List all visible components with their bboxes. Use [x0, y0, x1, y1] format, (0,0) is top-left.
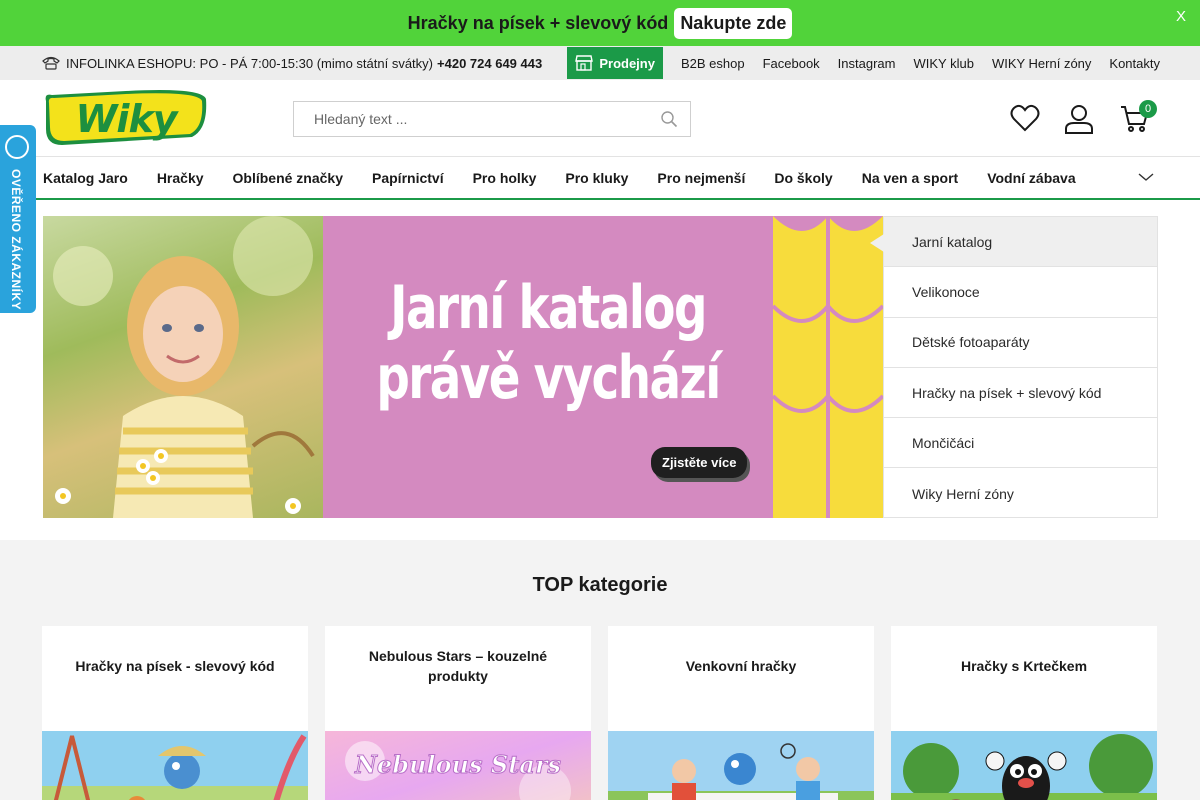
search-icon[interactable] [660, 110, 678, 128]
logo-text: Wiky [76, 97, 180, 141]
top-categories-section: TOP kategorie Hračky na písek - slevový … [0, 540, 1200, 800]
cart-count-badge: 0 [1139, 100, 1157, 118]
info-bar: INFOLINKA ESHOPU: PO - PÁ 7:00-15:30 (mi… [0, 46, 1200, 80]
nav-vodni-zabava[interactable]: Vodní zábava [987, 170, 1075, 186]
search-box [293, 101, 691, 137]
tulip-shapes-graphic [771, 216, 885, 518]
girl-with-flowers-image [53, 216, 315, 518]
nav-oblibene-znacky[interactable]: Oblíbené značky [233, 170, 343, 186]
user-account-icon[interactable] [1064, 104, 1094, 134]
nav-pro-nejmensi[interactable]: Pro nejmenší [657, 170, 745, 186]
category-card-image [608, 731, 874, 800]
search-input[interactable] [294, 102, 660, 136]
verified-shield-icon [5, 135, 29, 159]
top-link-label: Prodejny [599, 55, 655, 71]
category-card-image [42, 731, 308, 800]
side-item-detske-fotoaparaty[interactable]: Dětské fotoaparáty [884, 318, 1157, 368]
hotline-phone[interactable]: +420 724 649 443 [437, 56, 542, 71]
top-link-facebook[interactable]: Facebook [763, 56, 820, 71]
verified-customers-badge[interactable]: OVĚŘENO ZÁKAZNÍKY [0, 125, 36, 313]
top-link-prodejny[interactable]: Prodejny [567, 47, 663, 79]
top-link-b2b[interactable]: B2B eshop [681, 56, 745, 71]
top-nav: Prodejny B2B eshop Facebook Instagram WI… [567, 46, 1200, 80]
hero-side-list: Jarní katalog Velikonoce Dětské fotoapar… [870, 216, 1158, 518]
side-item-wiky-herni-zony[interactable]: Wiky Herní zóny [884, 468, 1157, 518]
category-card-title: Venkovní hračky [685, 658, 797, 674]
hero-banner[interactable]: Jarní katalog právě vychází Zjistěte víc… [43, 216, 885, 518]
side-item-velikonoce[interactable]: Velikonoce [884, 267, 1157, 318]
category-card-image [891, 731, 1157, 800]
category-card-image: Nebulous Stars [325, 731, 591, 800]
site-header: Wiky [0, 80, 1200, 156]
category-card-title: Hračky s Krtečkem [960, 658, 1088, 674]
category-card[interactable]: Hračky na písek - slevový kód [42, 626, 308, 800]
phone-icon [42, 56, 60, 70]
category-card-title: Nebulous Stars – kouzelné produkty [368, 648, 548, 684]
top-categories-title: TOP kategorie [532, 574, 668, 596]
verified-badge-label: OVĚŘENO ZÁKAZNÍKY [9, 169, 23, 311]
category-card[interactable]: Venkovní hračky [608, 626, 874, 800]
promo-shop-button[interactable]: Nakupte zde [674, 7, 793, 39]
wishlist-heart-icon[interactable] [1010, 104, 1040, 132]
nav-pro-kluky[interactable]: Pro kluky [565, 170, 628, 186]
top-link-instagram[interactable]: Instagram [838, 56, 896, 71]
main-nav: Katalog Jaro Hračky Oblíbené značky Papí… [0, 156, 1200, 200]
top-link-herni-zony[interactable]: WIKY Herní zóny [992, 56, 1091, 71]
nav-na-ven-a-sport[interactable]: Na ven a sport [862, 170, 958, 186]
hero-girl-photo [43, 216, 323, 518]
nav-papirnictvi[interactable]: Papírnictví [372, 170, 444, 186]
promo-text: Hračky na písek + slevový kód [407, 12, 669, 33]
nav-pro-holky[interactable]: Pro holky [473, 170, 537, 186]
chevron-down-icon[interactable] [1138, 171, 1154, 183]
top-link-kontakty[interactable]: Kontakty [1109, 56, 1160, 71]
wiky-logo[interactable]: Wiky [42, 89, 208, 147]
hero-pink-panel: Jarní katalog právě vychází Zjistěte víc… [323, 216, 773, 518]
category-card[interactable]: Hračky s Krtečkem [891, 626, 1157, 800]
hotline-label: INFOLINKA ESHOPU: PO - PÁ 7:00-15:30 (mi… [66, 55, 434, 71]
hero-title-line2: právě vychází [376, 343, 721, 413]
hero-title-line1: Jarní katalog [390, 273, 707, 343]
nav-hracky[interactable]: Hračky [157, 170, 204, 186]
hero-yellow-decoration [771, 216, 885, 518]
nav-katalog-jaro[interactable]: Katalog Jaro [43, 170, 128, 186]
nav-do-skoly[interactable]: Do školy [774, 170, 832, 186]
top-link-wiky-klub[interactable]: WIKY klub [913, 56, 973, 71]
hero-cta-button[interactable]: Zjistěte více [651, 447, 748, 478]
side-item-hracky-na-pisek[interactable]: Hračky na písek + slevový kód [884, 368, 1157, 419]
side-item-jarni-katalog[interactable]: Jarní katalog [870, 217, 1157, 268]
side-item-moncicaci[interactable]: Mončičáci [884, 418, 1157, 469]
nebulous-stars-logo: Nebulous Stars [354, 750, 561, 779]
category-card-title: Hračky na písek - slevový kód [75, 658, 275, 674]
promo-bar: Hračky na písek + slevový kód Nakupte zd… [0, 0, 1200, 46]
promo-close-button[interactable]: X [1176, 8, 1186, 25]
category-card[interactable]: Nebulous Stars – kouzelné produkty Nebul… [325, 626, 591, 800]
store-icon [575, 55, 594, 71]
